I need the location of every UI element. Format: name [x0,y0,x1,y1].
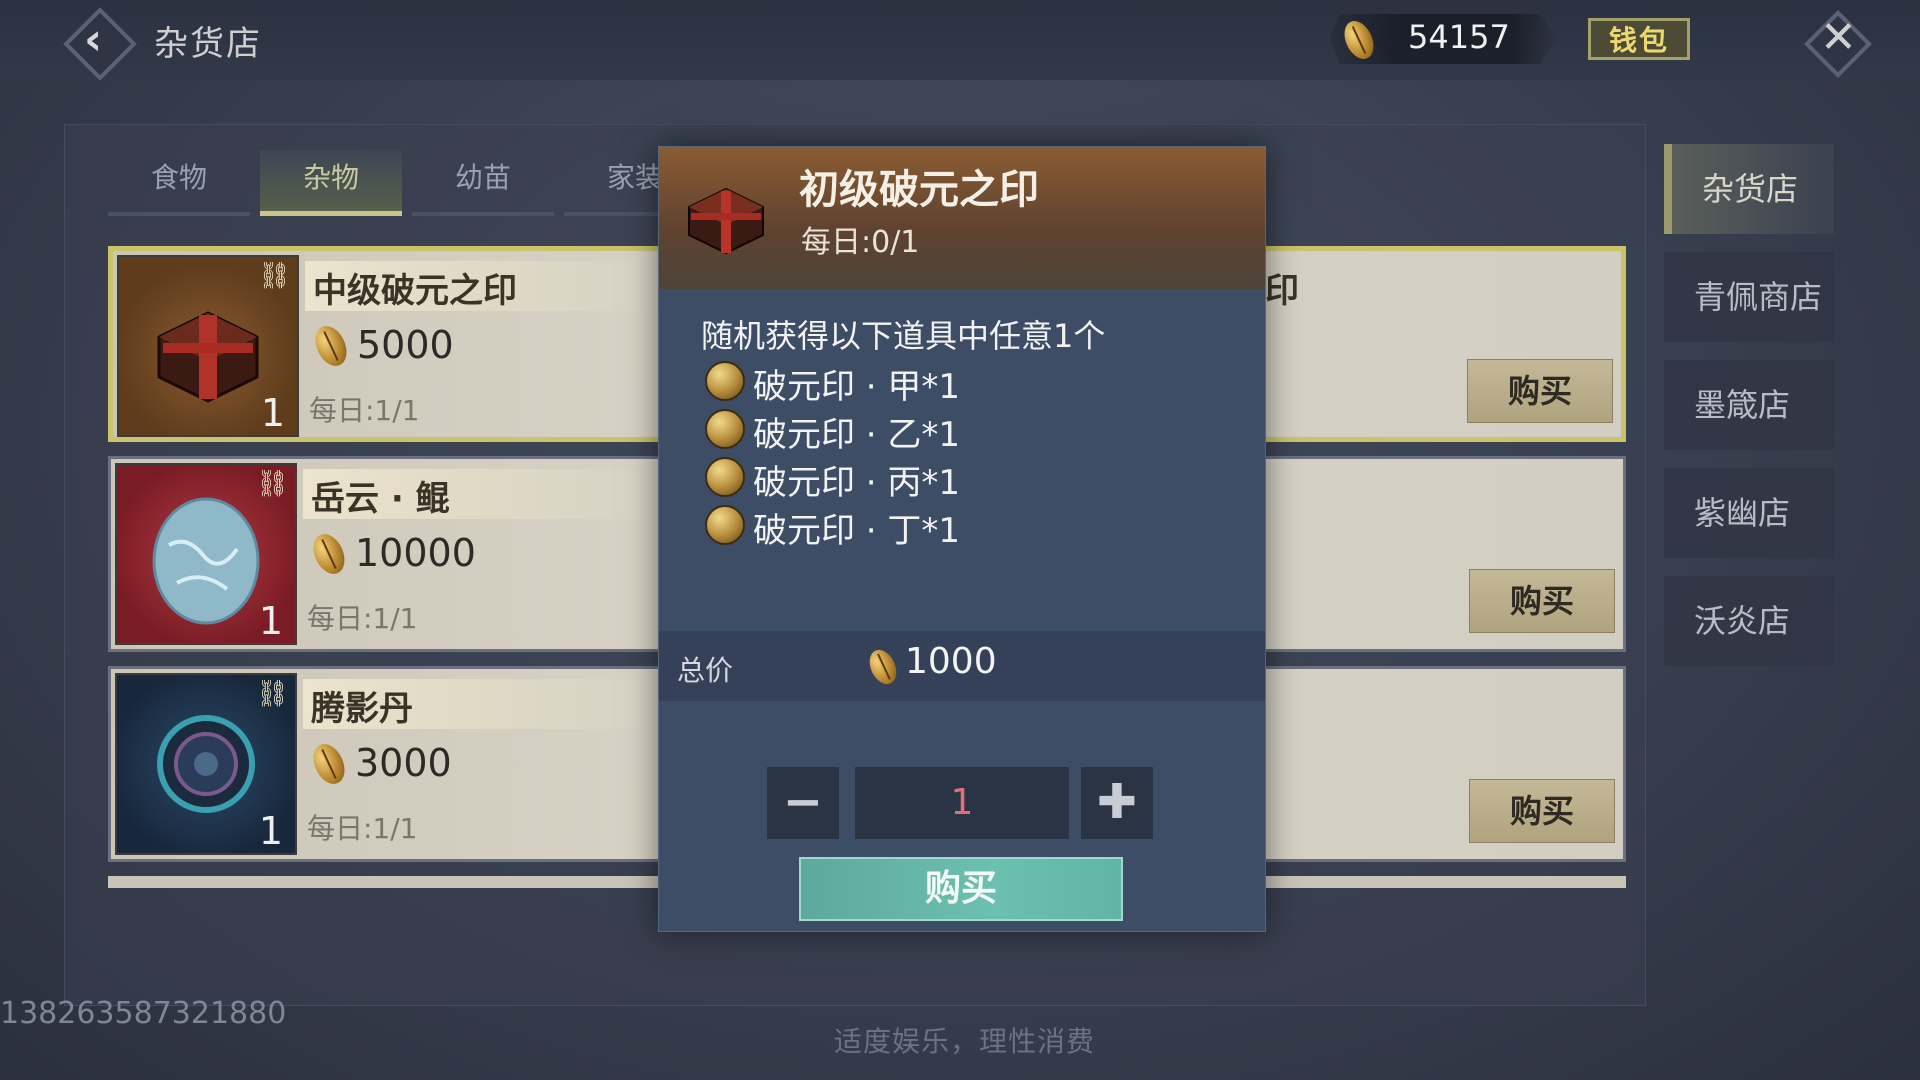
item-name: 中级破元之印 [313,271,517,311]
increase-quantity-button[interactable]: ✚ [1081,767,1153,839]
item-daily-limit: 每日:1/1 [309,394,420,427]
close-icon: ✕ [1820,12,1857,63]
decrease-quantity-button[interactable]: − [767,767,839,839]
link-icon: ⛓ [257,261,291,291]
reward-text: 破元印 · 丙*1 [753,463,961,503]
dialog-header: 初级破元之印 每日:0/1 [659,147,1265,289]
page-title: 杂货店 [154,24,262,64]
item-icon: ⛓ 1 [115,673,297,855]
item-count: 1 [258,599,283,643]
tab-misc[interactable]: 杂物 [260,150,402,216]
shell-currency-icon [309,321,353,371]
item-price: 10000 [355,531,476,575]
total-label: 总价 [677,654,734,687]
close-button[interactable]: ✕ [1800,6,1872,78]
item-daily-limit: 每日:1/1 [307,812,418,845]
item-count: 1 [260,391,285,435]
currency-amount: 54157 [1408,18,1510,56]
tab-food[interactable]: 食物 [108,150,250,216]
item-name: 腾影丹 [311,689,413,729]
reward-text: 破元印 · 丁*1 [753,511,961,551]
item-count: 1 [258,809,283,853]
health-notice: 适度娱乐，理性消费 [834,1025,1096,1058]
shop-tab-qingpei[interactable]: 青佩商店 [1664,252,1834,342]
shop-tab-ziyou[interactable]: 紫幽店 [1664,468,1834,558]
seal-coin-icon [705,409,745,449]
item-price: 3000 [355,741,452,785]
shop-tab-mozhen[interactable]: 墨箴店 [1664,360,1834,450]
dialog-daily-limit: 每日:0/1 [801,225,920,260]
reward-text: 破元印 · 甲*1 [753,367,961,407]
seal-coin-icon [705,505,745,545]
item-daily-limit: 每日:1/1 [307,602,418,635]
total-value: 1000 [905,641,997,682]
total-price-bar: 总价 1000 [659,631,1265,701]
dialog-description: 随机获得以下道具中任意1个 [701,317,1106,355]
confirm-buy-button[interactable]: 购买 [799,857,1123,921]
item-name: 岳云 · 鲲 [311,479,450,519]
item-price: 5000 [357,323,454,367]
back-button[interactable]: ‹ [60,4,137,81]
wallet-button[interactable]: 钱包 [1588,18,1690,60]
seal-box-icon [688,187,764,255]
tab-seedlings[interactable]: 幼苗 [412,150,554,216]
shop-tab-woyan[interactable]: 沃炎店 [1664,576,1834,666]
reward-text: 破元印 · 乙*1 [753,415,961,455]
shop-tab-grocery[interactable]: 杂货店 [1664,144,1834,234]
player-id: 138263587321880 [0,996,287,1031]
shell-currency-icon [307,529,351,579]
item-icon: ⛓ 1 [117,255,299,437]
seal-coin-icon [705,361,745,401]
shell-currency-icon [307,739,351,789]
item-name-partial: 印 [1265,271,1299,311]
seal-coin-icon [705,457,745,497]
link-icon: ⛓ [255,469,289,499]
quantity-field[interactable]: 1 [855,767,1069,839]
link-icon: ⛓ [255,679,289,709]
purchase-dialog: 初级破元之印 每日:0/1 随机获得以下道具中任意1个 破元印 · 甲*1 破元… [658,146,1266,932]
buy-button[interactable]: 购买 [1469,779,1615,843]
shell-currency-icon [864,645,902,689]
item-icon: ⛓ 1 [115,463,297,645]
dialog-title: 初级破元之印 [799,167,1039,213]
buy-button[interactable]: 购买 [1467,359,1613,423]
chevron-left-icon: ‹ [84,14,103,65]
buy-button[interactable]: 购买 [1469,569,1615,633]
